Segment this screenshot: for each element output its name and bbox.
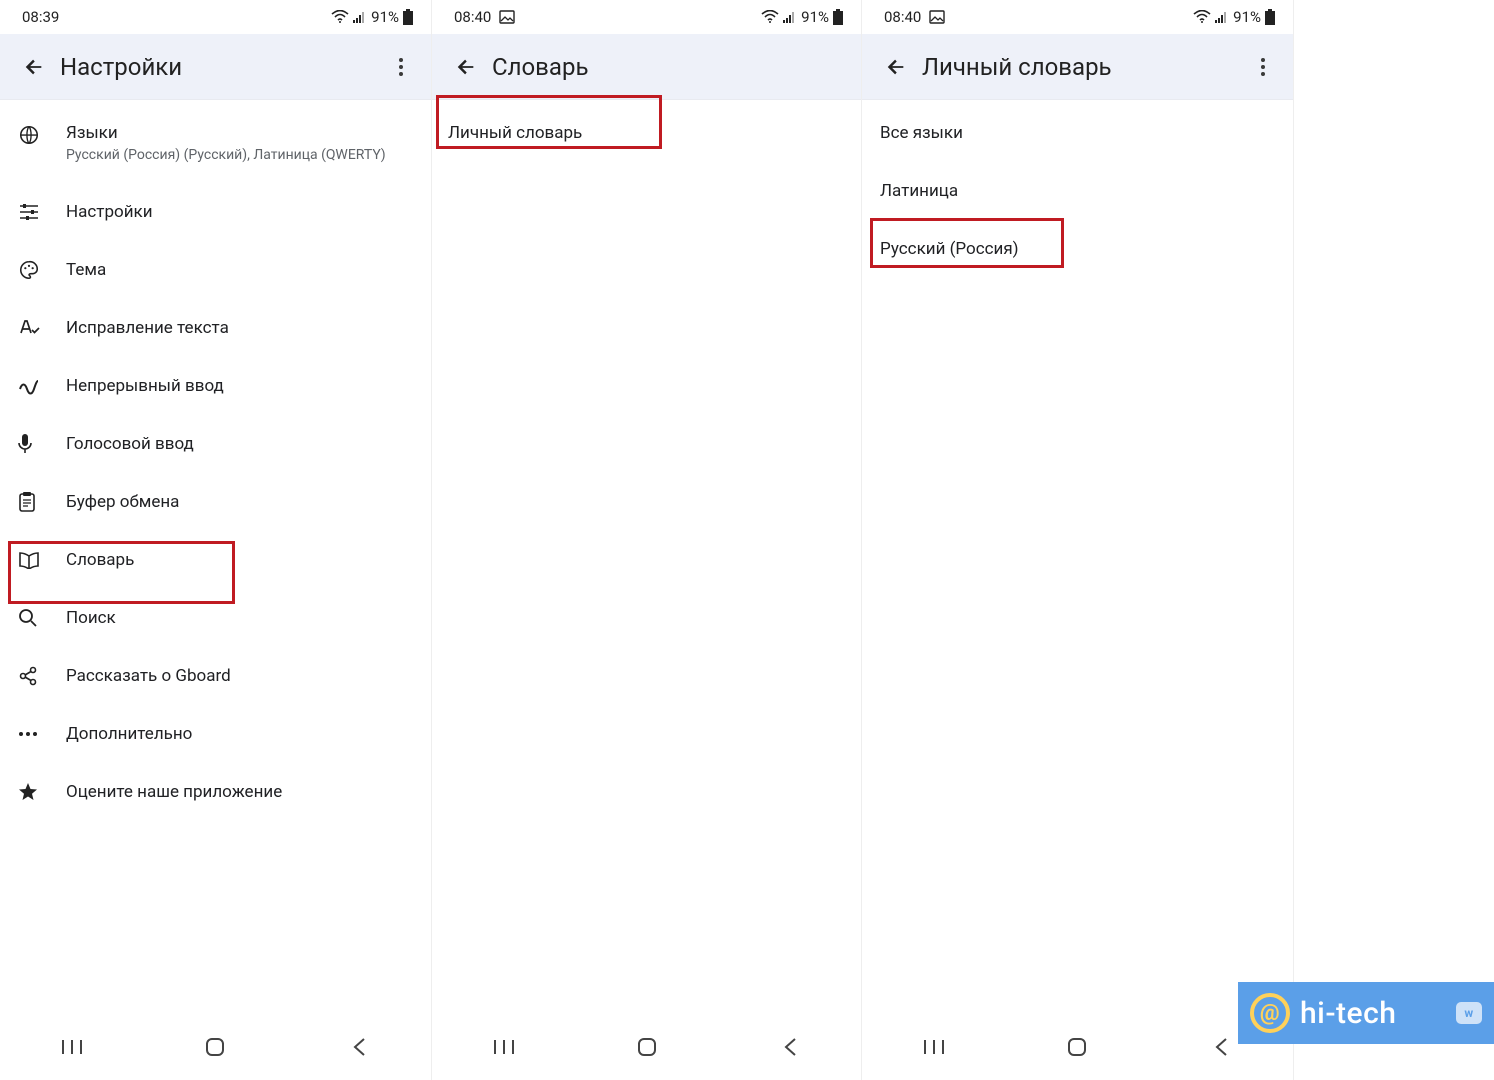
settings-item-clipboard[interactable]: Буфер обмена [0,473,431,531]
star-icon [18,782,66,802]
watermark: @ hi-tech w [1238,982,1494,1044]
palette-icon [18,259,66,281]
at-icon: @ [1250,993,1290,1033]
item-label: Исправление текста [66,317,229,339]
mic-icon [18,433,66,455]
more-horizontal-icon [18,731,66,737]
share-icon [18,666,66,686]
item-label: Дополнительно [66,723,192,745]
settings-item-theme[interactable]: Тема [0,241,431,299]
page-title: Настройки [60,53,381,81]
clock: 08:40 [884,8,921,26]
search-icon [18,608,66,628]
settings-item-dictionary[interactable]: Словарь [0,531,431,589]
panel-dictionary: 08:40 91% Словарь Личный словарь [432,0,862,1080]
image-indicator-icon [499,10,515,24]
item-label: Буфер обмена [66,491,179,513]
status-bar: 08:39 91% [0,0,431,34]
item-subtitle: Русский (Россия) (Русский), Латиница (QW… [66,146,386,165]
nav-home-button[interactable] [185,1027,245,1067]
nav-back-button[interactable] [329,1027,389,1067]
signal-icon [1215,11,1229,24]
settings-item-advanced[interactable]: Дополнительно [0,705,431,763]
settings-item-share[interactable]: Рассказать о Gboard [0,647,431,705]
panel-personal-dictionary: 08:40 91% Личный словарь [862,0,1294,1080]
settings-list: Языки Русский (Россия) (Русский), Латини… [0,100,431,1020]
nav-recent-button[interactable] [904,1027,964,1067]
item-label: Поиск [66,607,116,629]
header: Личный словарь [862,34,1293,100]
language-item-latin[interactable]: Латиница [862,162,1293,220]
clipboard-icon [18,491,66,513]
item-label: Словарь [66,549,134,571]
item-label: Латиница [880,180,958,202]
battery-percent: 91% [1233,8,1261,26]
item-label: Тема [66,259,106,281]
book-icon [18,551,66,569]
battery-icon [403,9,413,25]
back-button[interactable] [14,47,54,87]
dictionary-item-personal[interactable]: Личный словарь [432,104,861,162]
battery-icon [833,9,843,25]
battery-percent: 91% [801,8,829,26]
panel-settings: 08:39 91% Настройки [0,0,432,1080]
settings-item-preferences[interactable]: Настройки [0,183,431,241]
signal-icon [783,11,797,24]
settings-item-voice[interactable]: Голосовой ввод [0,415,431,473]
battery-percent: 91% [371,8,399,26]
signal-icon [353,11,367,24]
item-label: Все языки [880,122,963,144]
item-label: Рассказать о Gboard [66,665,231,687]
text-correction-icon [18,318,66,338]
nav-recent-button[interactable] [42,1027,102,1067]
item-label: Русский (Россия) [880,238,1019,260]
header: Настройки [0,34,431,100]
clock: 08:39 [22,8,59,26]
vk-badge-icon: w [1456,1002,1482,1024]
language-item-russian[interactable]: Русский (Россия) [862,220,1293,278]
settings-item-text-correction[interactable]: Исправление текста [0,299,431,357]
nav-bar [432,1020,861,1080]
settings-item-glide[interactable]: Непрерывный ввод [0,357,431,415]
item-label: Голосовой ввод [66,433,194,455]
page-title: Словарь [492,53,851,81]
item-label: Настройки [66,201,153,223]
back-button[interactable] [876,47,916,87]
wifi-icon [1193,10,1211,24]
status-bar: 08:40 91% [862,0,1293,34]
overflow-menu-icon[interactable] [381,47,421,87]
nav-bar [862,1020,1293,1080]
item-label: Личный словарь [448,122,582,144]
dictionary-list: Личный словарь [432,100,861,1020]
globe-icon [18,124,66,146]
image-indicator-icon [929,10,945,24]
gesture-icon [18,377,66,395]
page-title: Личный словарь [922,53,1243,81]
settings-item-search[interactable]: Поиск [0,589,431,647]
nav-home-button[interactable] [1047,1027,1107,1067]
watermark-text: hi-tech [1300,996,1396,1031]
nav-bar [0,1020,431,1080]
battery-icon [1265,9,1275,25]
clock: 08:40 [454,8,491,26]
item-label: Непрерывный ввод [66,375,224,397]
sliders-icon [18,203,66,221]
nav-home-button[interactable] [617,1027,677,1067]
wifi-icon [761,10,779,24]
language-list: Все языки Латиница Русский (Россия) [862,100,1293,1020]
status-bar: 08:40 91% [432,0,861,34]
overflow-menu-icon[interactable] [1243,47,1283,87]
settings-item-rate[interactable]: Оцените наше приложение [0,763,431,821]
back-button[interactable] [446,47,486,87]
item-label: Оцените наше приложение [66,781,282,803]
nav-back-button[interactable] [760,1027,820,1067]
settings-item-languages[interactable]: Языки Русский (Россия) (Русский), Латини… [0,104,431,183]
language-item-all[interactable]: Все языки [862,104,1293,162]
wifi-icon [331,10,349,24]
header: Словарь [432,34,861,100]
nav-recent-button[interactable] [474,1027,534,1067]
item-label: Языки [66,122,386,144]
